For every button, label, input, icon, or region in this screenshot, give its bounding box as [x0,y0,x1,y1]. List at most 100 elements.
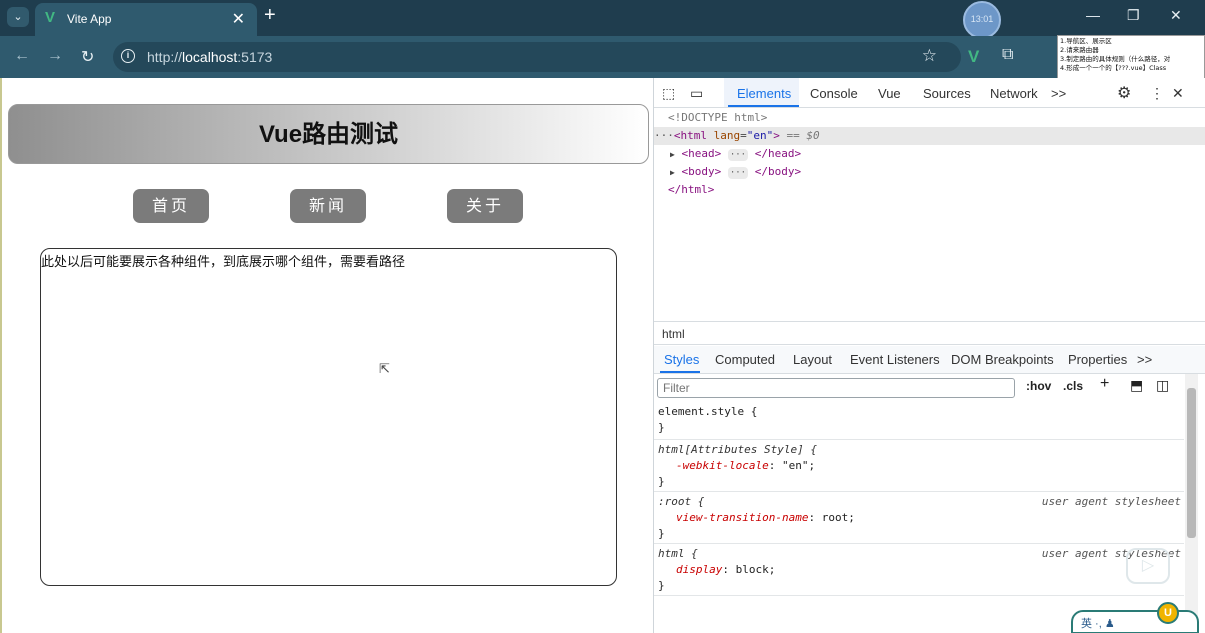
styles-tab-underline [660,371,700,373]
tab-search-button[interactable]: ⌄ [7,7,29,27]
css-property: display [676,563,723,576]
tab-event-listeners[interactable]: Event Listeners [850,352,940,367]
rule-declaration[interactable]: display: block; [676,562,775,578]
rule-declaration[interactable]: view-transition-name: root; [676,510,855,526]
breadcrumb: html [654,321,1205,345]
reload-icon[interactable]: ↻ [81,47,94,67]
toggle-sidebar-icon[interactable]: ◫ [1156,377,1169,394]
rule-root: :root { user agent stylesheet view-trans… [654,492,1184,544]
note-line: 1.导航区、展示区 [1060,37,1112,45]
paint-format-icon[interactable]: ⬒ [1130,377,1143,394]
collapsed-ellipsis[interactable]: ··· [727,167,749,179]
more-options-icon[interactable]: ⋮ [1150,85,1164,102]
devtools-panel: ⬚ ▭ Elements Console Vue Sources Network… [653,78,1205,633]
browser-tab[interactable]: V Vite App ✕ [35,3,257,36]
page-header: Vue路由测试 [8,104,649,164]
back-arrow-icon[interactable]: ← [14,47,30,65]
rule-close: } [658,579,665,592]
note-line: 3.制定路由的具体规则（什么路径，对 [1060,55,1171,63]
device-toolbar-icon[interactable]: ▭ [690,85,703,102]
head-open-tag: <head> [681,147,722,160]
collapsed-ellipsis[interactable]: ··· [727,149,749,161]
rule-html: html { user agent stylesheet display: bl… [654,544,1184,596]
css-value: root; [821,511,855,524]
css-value: "en"; [781,459,816,472]
more-tabs-button[interactable]: >> [1051,86,1066,101]
devtools-tabbar: ⬚ ▭ Elements Console Vue Sources Network… [654,78,1205,108]
body-close-tag: </body> [754,165,802,178]
settings-gear-icon[interactable]: ⚙ [1117,83,1131,103]
dom-node-html-close[interactable]: </html> [654,181,1205,199]
tab-properties[interactable]: Properties [1068,352,1127,367]
nav-link-about[interactable]: 关于 [447,189,523,223]
minimize-button[interactable]: — [1086,7,1100,23]
class-toggle[interactable]: .cls [1063,379,1083,393]
tab-elements[interactable]: Elements [737,86,791,101]
rule-selector[interactable]: element.style { [658,404,757,420]
rule-close: } [658,527,665,540]
styles-scrollbar[interactable] [1185,374,1198,633]
window-close-button[interactable]: ✕ [1170,7,1182,24]
css-property: -webkit-locale [676,459,769,472]
tab-vue[interactable]: Vue [878,86,901,101]
more-styles-tabs-button[interactable]: >> [1137,352,1152,367]
profile-time: 13:01 [970,14,994,24]
breadcrumb-item-html[interactable]: html [662,327,685,341]
note-line: 2.请来路由器 [1060,46,1099,54]
styles-filter-row: :hov .cls + ⬒ ◫ [654,375,1205,401]
vue-devtools-extension-icon[interactable]: V [968,47,979,67]
browser-toolbar: ← → ↻ i http://localhost:5173 ☆ V ⧉ [0,36,1205,78]
address-bar[interactable]: i http://localhost:5173 ☆ [113,42,961,72]
forward-arrow-icon[interactable]: → [47,47,63,65]
css-property: view-transition-name [676,511,809,524]
dom-tree: <!DOCTYPE html> ···<html lang="en"> == $… [654,109,1205,321]
nav-link-news[interactable]: 新闻 [290,189,366,223]
tab-console[interactable]: Console [810,86,858,101]
tab-dom-breakpoints[interactable]: DOM Breakpoints [951,352,1054,367]
dom-node-doctype[interactable]: <!DOCTYPE html> [654,109,1205,127]
rule-attributes-style: html[Attributes Style] { -webkit-locale:… [654,440,1184,492]
profile-avatar[interactable]: 13:01 [963,1,1001,39]
new-tab-button[interactable]: + [264,4,276,27]
note-overlay: 1.导航区、展示区 2.请来路由器 3.制定路由的具体规则（什么路径，对 4.形… [1057,35,1205,79]
html-close-tag: </html> [668,183,715,196]
vue-logo-icon: V [45,9,56,26]
nav-link-home[interactable]: 首页 [133,189,209,223]
tab-close-icon[interactable]: ✕ [232,9,245,29]
restore-button[interactable]: ❐ [1127,7,1140,24]
page-viewport: Vue路由测试 首页 新闻 关于 此处以后可能要展示各种组件，到底展示哪个组件，… [0,78,653,633]
ime-indicator: 英 ·, ♟ U [1071,602,1199,633]
content-display-area: 此处以后可能要展示各种组件，到底展示哪个组件，需要看路径 [40,248,617,586]
tab-styles[interactable]: Styles [664,352,699,367]
hover-state-toggle[interactable]: :hov [1026,379,1051,393]
styles-tabbar: Styles Computed Layout Event Listeners D… [654,346,1205,374]
dom-node-html[interactable]: ···<html lang="en"> == $0 [654,127,1205,145]
scrollbar-thumb[interactable] [1187,388,1196,538]
dom-node-body[interactable]: ▶ <body> ··· </body> [654,163,1205,181]
expand-triangle-icon[interactable]: ▶ [670,168,675,177]
tab-sources[interactable]: Sources [923,86,971,101]
eq-marker: == [786,129,800,142]
tab-network[interactable]: Network [990,86,1038,101]
new-rule-button[interactable]: + [1100,375,1109,393]
bookmark-star-icon[interactable]: ☆ [922,46,937,66]
close-devtools-icon[interactable]: ✕ [1172,85,1184,102]
doctype-text: <!DOCTYPE html> [668,111,768,124]
content-text: 此处以后可能要展示各种组件，到底展示哪个组件，需要看路径 [41,255,406,270]
styles-filter-input[interactable] [657,378,1015,398]
page-title: Vue路由测试 [258,121,399,148]
dom-node-head[interactable]: ▶ <head> ··· </head> [654,145,1205,163]
expand-triangle-icon[interactable]: ▶ [670,150,675,159]
inspect-element-icon[interactable]: ⬚ [662,85,675,102]
tab-computed[interactable]: Computed [715,352,775,367]
extensions-puzzle-icon[interactable]: ⧉ [1002,46,1013,64]
rule-close: } [658,475,665,488]
rule-declaration[interactable]: -webkit-locale: "en"; [676,458,815,474]
note-line: 4.形成一个一个的【???.vue】Class [1060,64,1167,72]
css-value: block; [735,563,776,576]
rule-element-style: element.style { } [654,402,1184,440]
site-info-icon[interactable]: i [121,49,135,63]
mouse-cursor-icon: ⇱ [379,361,390,376]
tab-layout[interactable]: Layout [793,352,832,367]
head-close-tag: </head> [754,147,802,160]
